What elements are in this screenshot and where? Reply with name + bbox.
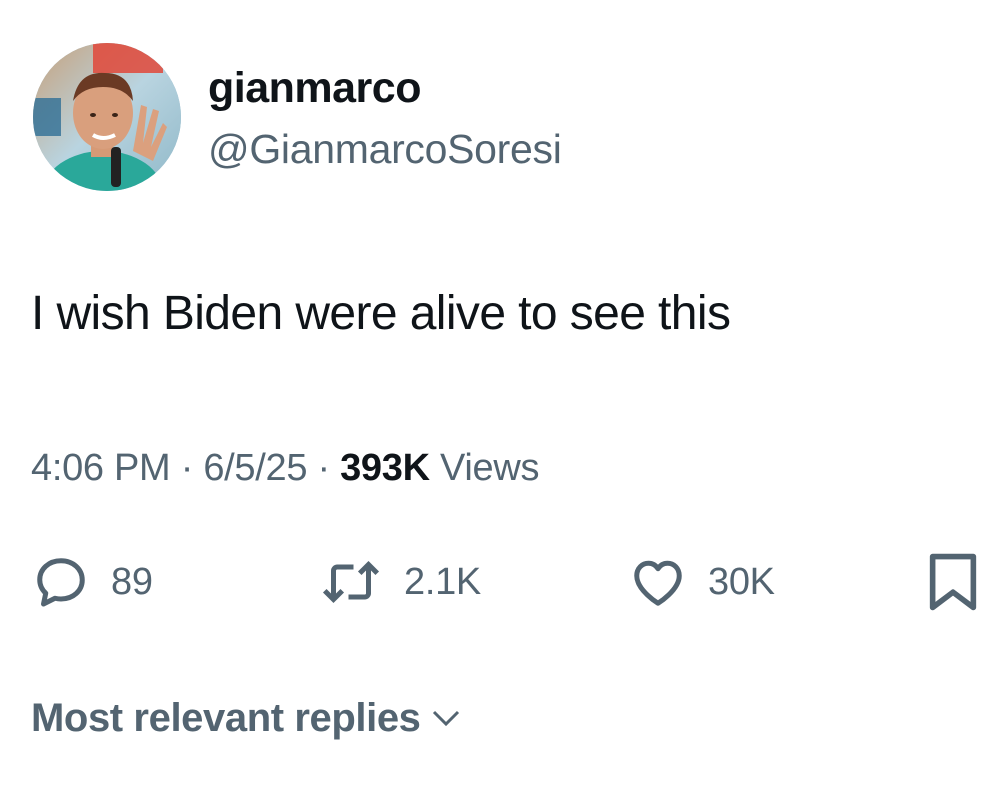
profile-photo-icon bbox=[33, 43, 181, 191]
tweet-meta: 4:06 PM · 6/5/25 · 393K Views bbox=[31, 444, 539, 492]
views-count: 393K bbox=[340, 447, 430, 489]
views-label: Views bbox=[439, 447, 540, 489]
replies-sort-dropdown[interactable]: Most relevant replies bbox=[31, 692, 461, 744]
repost-count: 2.1K bbox=[404, 560, 481, 603]
avatar[interactable] bbox=[33, 43, 181, 191]
retweet-icon bbox=[322, 560, 380, 604]
replies-sort-label: Most relevant replies bbox=[31, 695, 421, 740]
heart-icon bbox=[634, 560, 682, 606]
display-name[interactable]: gianmarco bbox=[208, 62, 421, 114]
meta-separator: · bbox=[180, 447, 194, 489]
tweet-text: I wish Biden were alive to see this bbox=[31, 287, 731, 340]
bookmark-button[interactable] bbox=[925, 552, 981, 612]
like-count: 30K bbox=[708, 560, 775, 603]
chevron-down-icon bbox=[432, 710, 459, 727]
speech-bubble-icon bbox=[37, 558, 85, 607]
tweet-time[interactable]: 4:06 PM bbox=[31, 447, 171, 489]
repost-button[interactable]: 2.1K bbox=[318, 552, 481, 612]
user-handle[interactable]: @GianmarcoSoresi bbox=[208, 124, 562, 174]
tweet-date[interactable]: 6/5/25 bbox=[203, 447, 307, 489]
reply-button[interactable]: 89 bbox=[31, 552, 153, 612]
meta-separator: · bbox=[317, 447, 330, 489]
reply-count: 89 bbox=[111, 560, 153, 603]
like-button[interactable]: 30K bbox=[628, 552, 775, 612]
bookmark-icon bbox=[929, 553, 977, 611]
